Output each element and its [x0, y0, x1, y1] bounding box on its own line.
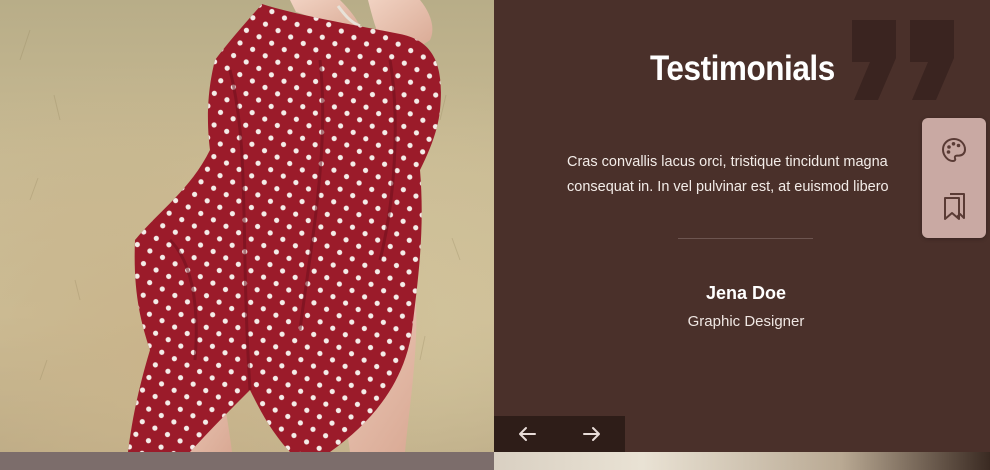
divider — [678, 238, 813, 239]
hero-photo — [0, 0, 494, 452]
arrow-left-icon — [518, 427, 536, 441]
section-title: Testimonials — [649, 49, 835, 88]
palette-icon — [941, 137, 967, 163]
author-name: Jena Doe — [705, 283, 787, 303]
next-button[interactable] — [559, 416, 624, 452]
photo-bottom-strip — [0, 452, 494, 470]
bookmarks-icon — [944, 193, 965, 220]
testimonials-section: Testimonials Cras convallis lacus orci, … — [494, 0, 990, 452]
arrow-right-icon — [582, 427, 600, 441]
bookmarks-button[interactable] — [938, 190, 970, 222]
floating-toolbar — [922, 118, 986, 238]
prev-button[interactable] — [494, 416, 559, 452]
next-section-preview — [494, 452, 990, 470]
author-role: Graphic Designer — [687, 313, 805, 330]
carousel-nav — [494, 416, 625, 452]
dress-illustration — [19, 0, 461, 452]
theme-button[interactable] — [938, 134, 970, 166]
